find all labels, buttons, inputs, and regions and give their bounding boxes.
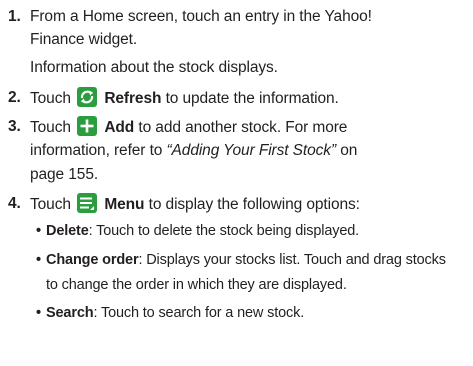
option-description: : Displays your stocks list. Touch and d… xyxy=(138,252,446,268)
option-description: : Touch to search for a new stock. xyxy=(93,305,305,321)
option-term: Change order xyxy=(46,252,139,268)
reference-outro: on xyxy=(336,142,358,159)
bullet: • xyxy=(36,252,41,268)
step-verb: Touch xyxy=(30,119,71,136)
refresh-label: Refresh xyxy=(104,90,162,107)
step-text: From a Home screen, touch an entry in th… xyxy=(30,8,372,25)
step-description: to update the information. xyxy=(165,90,339,107)
step-number: 3. xyxy=(8,118,21,135)
step-text-continued: Finance widget. xyxy=(30,31,138,48)
option-description-continued: to change the order in which they are di… xyxy=(46,277,347,293)
manual-page: 1. From a Home screen, touch an entry in… xyxy=(0,0,473,366)
step-number: 4. xyxy=(8,195,21,212)
page-reference: page 155. xyxy=(30,166,99,183)
step-verb: Touch xyxy=(30,90,71,107)
refresh-icon xyxy=(77,87,98,107)
step-description: to display the following options: xyxy=(148,196,360,213)
option-text: Delete: Touch to delete the stock being … xyxy=(46,221,359,242)
add-label: Add xyxy=(104,119,135,136)
menu-label: Menu xyxy=(104,196,145,213)
option-term: Delete xyxy=(46,223,89,239)
option-text: Search: Touch to search for a new stock. xyxy=(46,303,304,324)
step-text: Touch Refresh to update the information. xyxy=(30,87,339,109)
step-note: Information about the stock displays. xyxy=(30,59,278,76)
step-verb: Touch xyxy=(30,196,71,213)
step-number: 1. xyxy=(8,8,21,25)
bullet: • xyxy=(36,305,41,321)
reference-intro: information, refer to xyxy=(30,142,167,159)
option-text: Change order: Displays your stocks list.… xyxy=(46,250,446,271)
option-description: : Touch to delete the stock being displa… xyxy=(88,223,360,239)
menu-icon xyxy=(77,193,98,213)
step-text-continued: information, refer to “Adding Your First… xyxy=(30,140,357,161)
option-term: Search xyxy=(46,305,94,321)
step-text: Touch Menu to display the following opti… xyxy=(30,193,360,215)
step-text: Touch Add to add another stock. For more xyxy=(30,116,347,138)
add-icon xyxy=(77,116,98,136)
cross-reference-link[interactable]: “Adding Your First Stock” xyxy=(167,142,337,159)
bullet: • xyxy=(36,223,41,239)
step-number: 2. xyxy=(8,89,21,106)
step-description: to add another stock. For more xyxy=(138,119,348,136)
